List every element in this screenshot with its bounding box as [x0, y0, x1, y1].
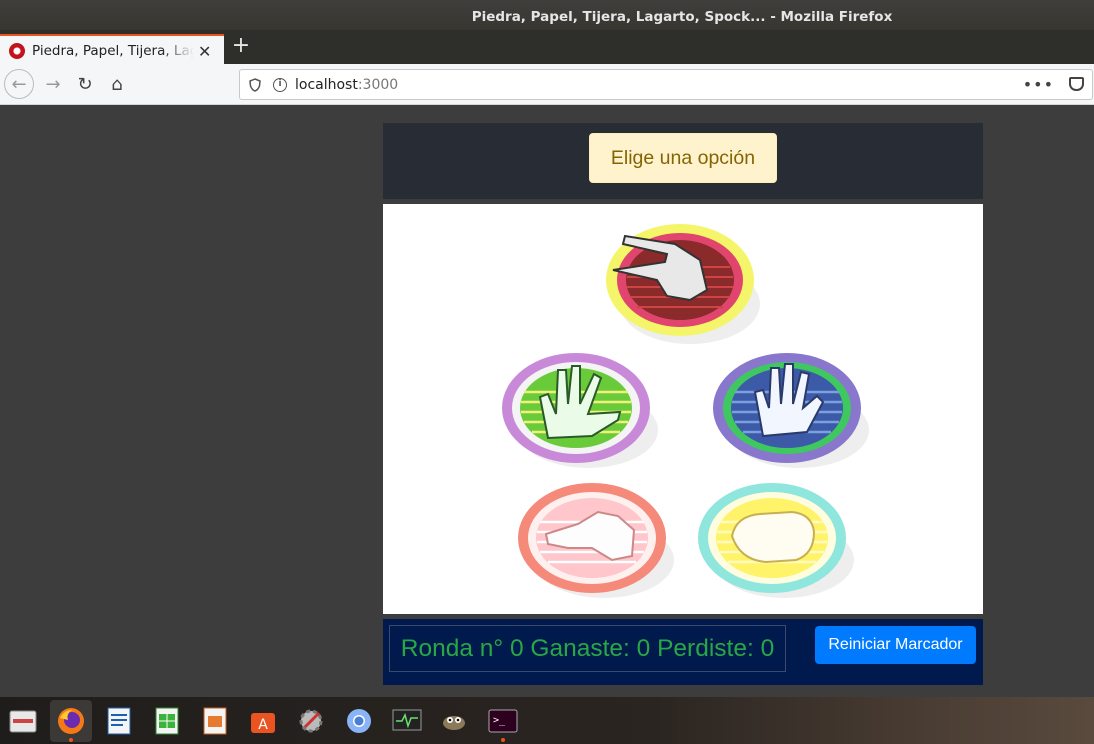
reload-button[interactable]: ↻ [70, 69, 100, 99]
score-display: Ronda n° 0 Ganaste: 0 Perdiste: 0 [389, 625, 786, 672]
tab-strip: Piedra, Papel, Tijera, Lagarto, Spock...… [0, 30, 1094, 66]
files-icon[interactable] [2, 700, 44, 742]
tracking-shield-icon[interactable] [249, 77, 261, 92]
url-host: localhost [295, 76, 358, 93]
react-favicon-icon [9, 43, 25, 59]
page-viewport: Elige una opción Ronda n° 0 Ganaste: 0 P… [0, 105, 1094, 697]
firefox-icon[interactable] [50, 700, 92, 742]
option-piedra[interactable] [696, 482, 861, 607]
gimp-icon[interactable] [434, 700, 476, 742]
home-button[interactable]: ⌂ [102, 69, 132, 99]
svg-text:A: A [258, 717, 268, 733]
option-papel[interactable] [711, 352, 876, 477]
software-icon[interactable]: A [242, 700, 284, 742]
game-app: Elige una opción Ronda n° 0 Ganaste: 0 P… [383, 123, 983, 685]
site-info-icon[interactable]: i [273, 77, 287, 92]
ubuntu-dock: A >_ [0, 697, 1094, 744]
window-titlebar: Piedra, Papel, Tijera, Lagarto, Spock...… [0, 0, 1094, 34]
url-bar[interactable]: i localhost:3000 ••• [239, 69, 1093, 100]
settings-icon[interactable] [290, 700, 332, 742]
terminal-icon[interactable]: >_ [482, 700, 524, 742]
option-tijera[interactable] [605, 222, 765, 352]
back-button[interactable]: ← [4, 69, 34, 99]
forward-button[interactable]: → [38, 69, 68, 99]
browser-tab[interactable]: Piedra, Papel, Tijera, Lagarto, Spock...… [0, 34, 224, 66]
url-port: :3000 [357, 76, 399, 93]
option-spock[interactable] [500, 352, 665, 477]
tab-title: Piedra, Papel, Tijera, Lagarto, Spock... [32, 43, 194, 59]
window-title: Piedra, Papel, Tijera, Lagarto, Spock...… [471, 9, 893, 25]
running-indicator [501, 738, 505, 742]
score-footer: Ronda n° 0 Ganaste: 0 Perdiste: 0 Reinic… [383, 619, 983, 685]
navigation-bar: ← → ↻ ⌂ i localhost:3000 ••• [0, 64, 1094, 105]
pocket-icon[interactable] [1069, 77, 1084, 91]
reset-score-button[interactable]: Reiniciar Marcador [815, 626, 976, 664]
option-lagarto[interactable] [516, 482, 681, 607]
calc-icon[interactable] [146, 700, 188, 742]
writer-icon[interactable] [98, 700, 140, 742]
page-actions-icon[interactable]: ••• [1023, 75, 1054, 94]
game-header: Elige una opción [383, 123, 983, 199]
impress-icon[interactable] [194, 700, 236, 742]
choose-option-button[interactable]: Elige una opción [588, 133, 778, 183]
new-tab-button[interactable]: + [230, 35, 252, 57]
system-monitor-icon[interactable] [386, 700, 428, 742]
running-indicator [69, 738, 73, 742]
svg-text:>_: >_ [493, 715, 506, 726]
chromium-icon[interactable] [338, 700, 380, 742]
url-text[interactable]: localhost:3000 [295, 77, 398, 93]
close-tab-icon[interactable]: ✕ [198, 42, 211, 61]
options-board [383, 204, 983, 614]
